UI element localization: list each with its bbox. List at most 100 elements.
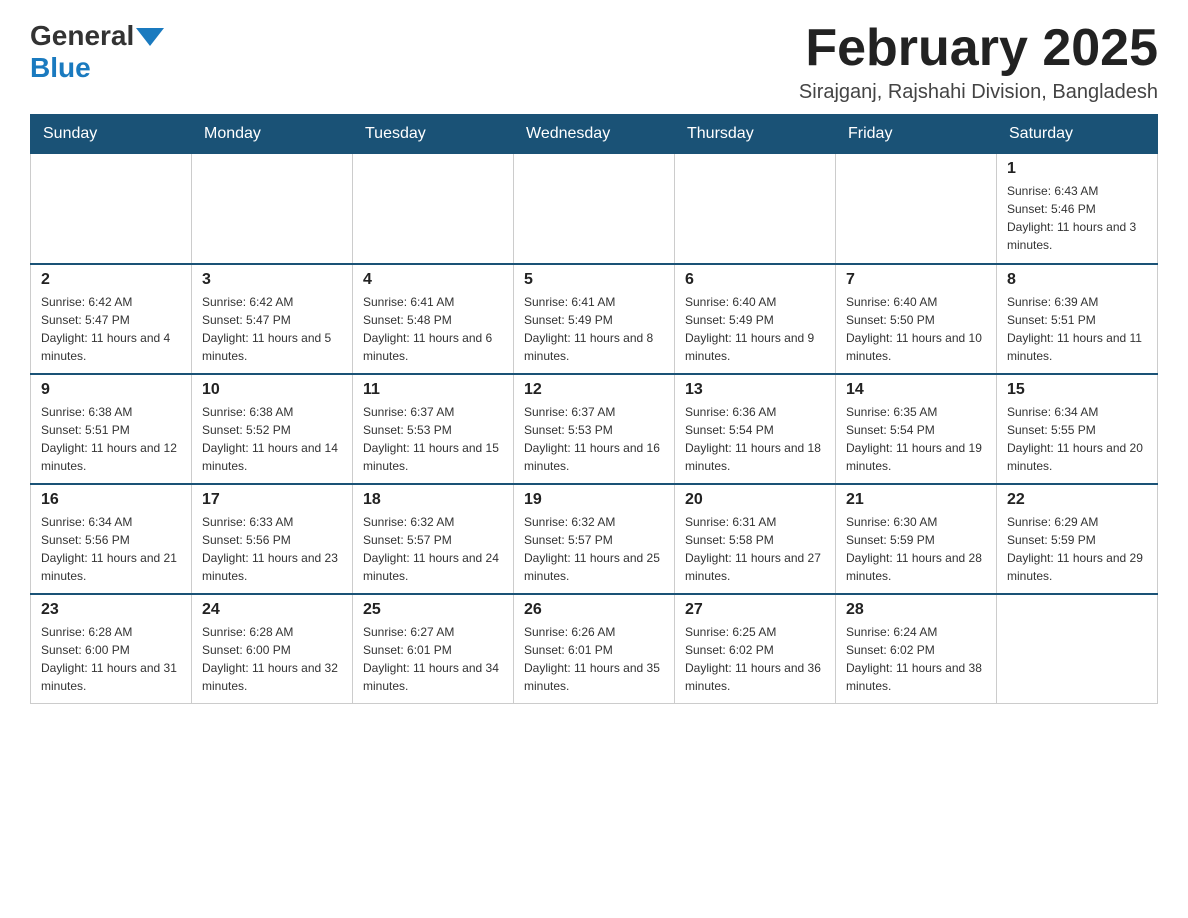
day-info: Sunrise: 6:26 AMSunset: 6:01 PMDaylight:… [524, 623, 664, 695]
location-title: Sirajganj, Rajshahi Division, Bangladesh [799, 81, 1158, 104]
calendar-cell: 23 Sunrise: 6:28 AMSunset: 6:00 PMDayligh… [31, 594, 192, 704]
day-number: 5 [524, 271, 664, 289]
day-number: 20 [685, 491, 825, 509]
calendar-cell: 26 Sunrise: 6:26 AMSunset: 6:01 PMDayligh… [514, 594, 675, 704]
day-number: 22 [1007, 491, 1147, 509]
day-info: Sunrise: 6:35 AMSunset: 5:54 PMDaylight:… [846, 403, 986, 475]
calendar-cell: 8 Sunrise: 6:39 AMSunset: 5:51 PMDaylight… [997, 264, 1158, 374]
logo-text-blue: Blue [30, 52, 91, 83]
day-number: 3 [202, 271, 342, 289]
logo-text-general: General [30, 20, 134, 52]
calendar-cell: 20 Sunrise: 6:31 AMSunset: 5:58 PMDayligh… [675, 484, 836, 594]
day-info: Sunrise: 6:33 AMSunset: 5:56 PMDaylight:… [202, 513, 342, 585]
calendar-cell [192, 154, 353, 264]
day-info: Sunrise: 6:40 AMSunset: 5:49 PMDaylight:… [685, 293, 825, 365]
calendar-week-row: 1 Sunrise: 6:43 AMSunset: 5:46 PMDaylight… [31, 154, 1158, 264]
calendar-cell [836, 154, 997, 264]
col-wednesday: Wednesday [514, 115, 675, 154]
day-number: 1 [1007, 160, 1147, 178]
calendar-week-row: 16 Sunrise: 6:34 AMSunset: 5:56 PMDayligh… [31, 484, 1158, 594]
calendar-cell [675, 154, 836, 264]
day-info: Sunrise: 6:32 AMSunset: 5:57 PMDaylight:… [363, 513, 503, 585]
day-number: 9 [41, 381, 181, 399]
day-number: 11 [363, 381, 503, 399]
col-thursday: Thursday [675, 115, 836, 154]
day-info: Sunrise: 6:34 AMSunset: 5:56 PMDaylight:… [41, 513, 181, 585]
calendar-cell: 17Sunrise: 6:33 AMSunset: 5:56 PMDayligh… [192, 484, 353, 594]
day-number: 21 [846, 491, 986, 509]
calendar-cell: 18 Sunrise: 6:32 AMSunset: 5:57 PMDayligh… [353, 484, 514, 594]
day-number: 8 [1007, 271, 1147, 289]
day-info: Sunrise: 6:34 AMSunset: 5:55 PMDaylight:… [1007, 403, 1147, 475]
day-info: Sunrise: 6:38 AMSunset: 5:51 PMDaylight:… [41, 403, 181, 475]
day-info: Sunrise: 6:38 AMSunset: 5:52 PMDaylight:… [202, 403, 342, 475]
day-info: Sunrise: 6:40 AMSunset: 5:50 PMDaylight:… [846, 293, 986, 365]
day-number: 24 [202, 601, 342, 619]
calendar-cell: 27 Sunrise: 6:25 AMSunset: 6:02 PMDayligh… [675, 594, 836, 704]
day-number: 19 [524, 491, 664, 509]
day-number: 13 [685, 381, 825, 399]
day-number: 27 [685, 601, 825, 619]
day-number: 15 [1007, 381, 1147, 399]
calendar-cell: 16 Sunrise: 6:34 AMSunset: 5:56 PMDayligh… [31, 484, 192, 594]
day-info: Sunrise: 6:27 AMSunset: 6:01 PMDaylight:… [363, 623, 503, 695]
col-saturday: Saturday [997, 115, 1158, 154]
day-info: Sunrise: 6:24 AMSunset: 6:02 PMDaylight:… [846, 623, 986, 695]
calendar-cell: 2 Sunrise: 6:42 AMSunset: 5:47 PMDaylight… [31, 264, 192, 374]
calendar-cell: 21Sunrise: 6:30 AMSunset: 5:59 PMDayligh… [836, 484, 997, 594]
day-number: 10 [202, 381, 342, 399]
day-info: Sunrise: 6:32 AMSunset: 5:57 PMDaylight:… [524, 513, 664, 585]
day-info: Sunrise: 6:43 AMSunset: 5:46 PMDaylight:… [1007, 182, 1147, 254]
calendar-cell [353, 154, 514, 264]
calendar-header-row: Sunday Monday Tuesday Wednesday Thursday… [31, 115, 1158, 154]
month-title: February 2025 [799, 20, 1158, 77]
day-info: Sunrise: 6:37 AMSunset: 5:53 PMDaylight:… [524, 403, 664, 475]
day-number: 6 [685, 271, 825, 289]
col-monday: Monday [192, 115, 353, 154]
logo: General Blue [30, 20, 164, 84]
day-info: Sunrise: 6:37 AMSunset: 5:53 PMDaylight:… [363, 403, 503, 475]
calendar-cell: 4 Sunrise: 6:41 AMSunset: 5:48 PMDaylight… [353, 264, 514, 374]
day-info: Sunrise: 6:31 AMSunset: 5:58 PMDaylight:… [685, 513, 825, 585]
col-sunday: Sunday [31, 115, 192, 154]
day-info: Sunrise: 6:28 AMSunset: 6:00 PMDaylight:… [41, 623, 181, 695]
day-number: 28 [846, 601, 986, 619]
col-tuesday: Tuesday [353, 115, 514, 154]
calendar-cell: 13Sunrise: 6:36 AMSunset: 5:54 PMDayligh… [675, 374, 836, 484]
day-info: Sunrise: 6:28 AMSunset: 6:00 PMDaylight:… [202, 623, 342, 695]
day-number: 25 [363, 601, 503, 619]
calendar-cell [997, 594, 1158, 704]
calendar-cell [514, 154, 675, 264]
calendar-cell: 10 Sunrise: 6:38 AMSunset: 5:52 PMDayligh… [192, 374, 353, 484]
calendar-cell: 3 Sunrise: 6:42 AMSunset: 5:47 PMDaylight… [192, 264, 353, 374]
day-number: 23 [41, 601, 181, 619]
logo-triangle-icon [136, 28, 164, 46]
day-info: Sunrise: 6:42 AMSunset: 5:47 PMDaylight:… [41, 293, 181, 365]
day-number: 7 [846, 271, 986, 289]
day-info: Sunrise: 6:41 AMSunset: 5:48 PMDaylight:… [363, 293, 503, 365]
calendar-week-row: 23 Sunrise: 6:28 AMSunset: 6:00 PMDayligh… [31, 594, 1158, 704]
day-number: 16 [41, 491, 181, 509]
day-info: Sunrise: 6:39 AMSunset: 5:51 PMDaylight:… [1007, 293, 1147, 365]
calendar-cell: 7 Sunrise: 6:40 AMSunset: 5:50 PMDaylight… [836, 264, 997, 374]
calendar-cell: 6 Sunrise: 6:40 AMSunset: 5:49 PMDaylight… [675, 264, 836, 374]
day-info: Sunrise: 6:25 AMSunset: 6:02 PMDaylight:… [685, 623, 825, 695]
day-number: 18 [363, 491, 503, 509]
calendar-cell: 5Sunrise: 6:41 AMSunset: 5:49 PMDaylight… [514, 264, 675, 374]
calendar-table: Sunday Monday Tuesday Wednesday Thursday… [30, 114, 1158, 704]
page-header: General Blue February 2025 Sirajganj, Ra… [30, 20, 1158, 104]
calendar-week-row: 9 Sunrise: 6:38 AMSunset: 5:51 PMDaylight… [31, 374, 1158, 484]
title-area: February 2025 Sirajganj, Rajshahi Divisi… [799, 20, 1158, 104]
calendar-cell: 24 Sunrise: 6:28 AMSunset: 6:00 PMDayligh… [192, 594, 353, 704]
day-info: Sunrise: 6:42 AMSunset: 5:47 PMDaylight:… [202, 293, 342, 365]
day-number: 2 [41, 271, 181, 289]
calendar-cell: 25 Sunrise: 6:27 AMSunset: 6:01 PMDayligh… [353, 594, 514, 704]
day-number: 4 [363, 271, 503, 289]
day-info: Sunrise: 6:29 AMSunset: 5:59 PMDaylight:… [1007, 513, 1147, 585]
calendar-cell: 12Sunrise: 6:37 AMSunset: 5:53 PMDayligh… [514, 374, 675, 484]
calendar-body: 1 Sunrise: 6:43 AMSunset: 5:46 PMDaylight… [31, 154, 1158, 704]
calendar-cell: 19 Sunrise: 6:32 AMSunset: 5:57 PMDayligh… [514, 484, 675, 594]
calendar-cell [31, 154, 192, 264]
day-number: 26 [524, 601, 664, 619]
calendar-cell: 22 Sunrise: 6:29 AMSunset: 5:59 PMDayligh… [997, 484, 1158, 594]
